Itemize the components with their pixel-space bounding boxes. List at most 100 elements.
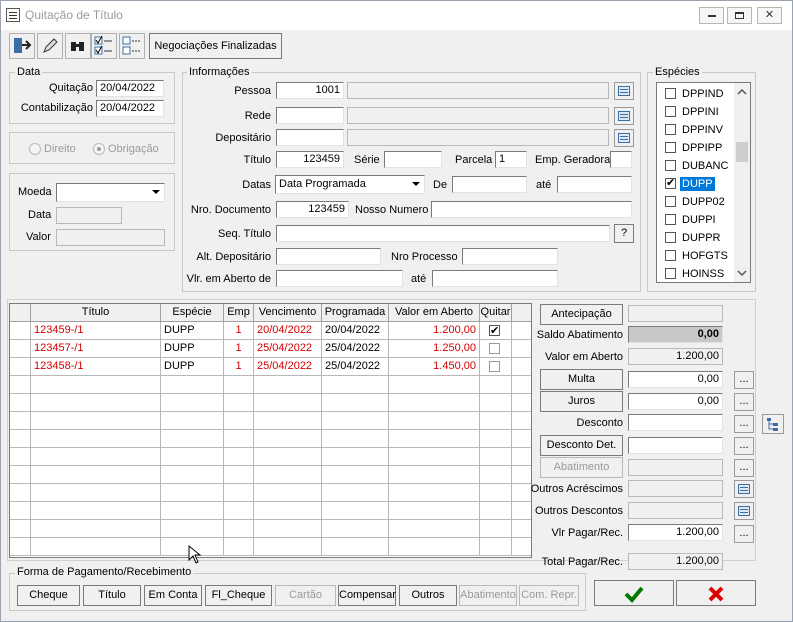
cell-programada[interactable]: 20/04/2022	[322, 322, 389, 340]
cell-titulo[interactable]: 123458-/1	[31, 358, 161, 376]
cell-valor[interactable]	[389, 376, 480, 394]
pessoa-lookup-button[interactable]	[614, 82, 634, 100]
cell-filler[interactable]	[512, 376, 531, 394]
especie-checkbox[interactable]	[665, 196, 676, 207]
cell-emp[interactable]	[224, 484, 254, 502]
cell-especie[interactable]	[161, 394, 224, 412]
moeda-select[interactable]	[56, 183, 165, 202]
cell-quitar[interactable]	[480, 466, 512, 484]
cell-programada[interactable]	[322, 466, 389, 484]
cell-programada[interactable]	[322, 394, 389, 412]
cell-emp[interactable]	[224, 448, 254, 466]
cell-vencimento[interactable]: 25/04/2022	[254, 358, 322, 376]
especie-item[interactable]: DUPP02	[659, 193, 739, 210]
cell-quitar[interactable]	[480, 394, 512, 412]
cell-programada[interactable]: 25/04/2022	[322, 358, 389, 376]
juros-field[interactable]: 0,00	[628, 393, 723, 410]
cell-valor[interactable]	[389, 484, 480, 502]
abatimento-pagamento-button[interactable]: Abatimento	[459, 585, 517, 606]
especie-item[interactable]: DPPIND	[659, 85, 739, 102]
col-header-valor-aberto[interactable]: Valor em Aberto	[389, 304, 480, 322]
cell-vencimento[interactable]	[254, 466, 322, 484]
negociacoes-finalizadas-button[interactable]: Negociações Finalizadas	[149, 33, 282, 59]
desconto-field[interactable]	[628, 414, 723, 431]
cell-emp[interactable]	[224, 376, 254, 394]
especie-checkbox[interactable]	[665, 250, 676, 261]
cell-titulo[interactable]	[31, 376, 161, 394]
titulo-field[interactable]: 123459	[276, 151, 344, 168]
cell-valor[interactable]	[389, 502, 480, 520]
especie-item[interactable]: HOINSS	[659, 265, 739, 282]
cell-titulo[interactable]	[31, 466, 161, 484]
nosso-numero-field[interactable]	[431, 201, 632, 218]
cell-especie[interactable]: DUPP	[161, 322, 224, 340]
cheque-button[interactable]: Cheque	[17, 585, 80, 606]
compensar-button[interactable]: Compensar	[338, 585, 396, 606]
cell-filler[interactable]	[512, 538, 531, 556]
cell-programada[interactable]	[322, 484, 389, 502]
cell-valor[interactable]	[389, 412, 480, 430]
especie-item[interactable]: DPPIPP	[659, 139, 739, 156]
especies-list[interactable]: DPPIND DPPINI DPPINV DPPIPP DUBANC DUPP …	[656, 82, 751, 283]
especie-item[interactable]: DPPINI	[659, 103, 739, 120]
col-header-vencimento[interactable]: Vencimento	[254, 304, 322, 322]
com-repr-button[interactable]: Com. Repr.	[519, 585, 579, 606]
cell-valor[interactable]: 1.250,00	[389, 340, 480, 358]
cancel-button[interactable]	[676, 580, 756, 606]
cell-filler[interactable]	[512, 466, 531, 484]
col-header-quitar[interactable]: Quitar	[480, 304, 512, 322]
multa-field[interactable]: 0,00	[628, 371, 723, 388]
cell-titulo[interactable]	[31, 430, 161, 448]
cell-valor[interactable]: 1.450,00	[389, 358, 480, 376]
cell-filler[interactable]	[512, 412, 531, 430]
outros-acrescimos-lookup-button[interactable]	[734, 480, 754, 498]
cell-filler[interactable]	[512, 322, 531, 340]
cell-quitar[interactable]	[480, 538, 512, 556]
cell-quitar[interactable]	[480, 358, 512, 376]
pessoa-field[interactable]: 1001	[276, 82, 344, 99]
cell-especie[interactable]	[161, 430, 224, 448]
chevron-down-icon[interactable]	[148, 184, 164, 199]
data-de-field[interactable]	[452, 176, 527, 193]
vlr-pagar-details-button[interactable]: ...	[734, 525, 754, 543]
especie-item[interactable]: DUPPI	[659, 211, 739, 228]
close-button[interactable]: ✕	[757, 7, 782, 24]
cell-emp[interactable]	[224, 430, 254, 448]
cell-quitar[interactable]	[480, 412, 512, 430]
parcela-field[interactable]: 1	[495, 151, 527, 168]
cell-titulo[interactable]	[31, 520, 161, 538]
cell-programada[interactable]	[322, 412, 389, 430]
cell-filler[interactable]	[512, 340, 531, 358]
cartao-button[interactable]: Cartão	[275, 585, 336, 606]
cell-especie[interactable]	[161, 502, 224, 520]
cell-filler[interactable]	[512, 394, 531, 412]
especie-checkbox[interactable]	[665, 232, 676, 243]
cell-valor[interactable]	[389, 430, 480, 448]
cell-quitar[interactable]	[480, 502, 512, 520]
quitar-checkbox[interactable]	[489, 323, 500, 339]
quitar-checkbox[interactable]	[489, 343, 500, 354]
cell-titulo[interactable]	[31, 502, 161, 520]
cell-especie[interactable]	[161, 520, 224, 538]
multa-details-button[interactable]: ...	[734, 371, 754, 389]
abatimento-details-button[interactable]: ...	[734, 459, 754, 477]
desconto-details-button[interactable]: ...	[734, 415, 754, 433]
seq-titulo-field[interactable]	[276, 225, 610, 242]
cell-emp[interactable]	[224, 502, 254, 520]
especie-item[interactable]: DUBANC	[659, 157, 739, 174]
quitar-checkbox[interactable]	[489, 361, 500, 372]
cell-vencimento[interactable]	[254, 520, 322, 538]
col-header-programada[interactable]: Programada	[322, 304, 389, 322]
cell-especie[interactable]	[161, 448, 224, 466]
cell-quitar[interactable]	[480, 448, 512, 466]
cell-vencimento[interactable]: 20/04/2022	[254, 322, 322, 340]
cell-especie[interactable]	[161, 484, 224, 502]
cell-especie[interactable]	[161, 466, 224, 484]
fl-cheque-button[interactable]: Fl_Cheque	[205, 585, 272, 606]
uncheck-all-button[interactable]	[119, 33, 145, 59]
minimize-button[interactable]	[699, 7, 724, 24]
cell-valor[interactable]	[389, 394, 480, 412]
cell-programada[interactable]	[322, 538, 389, 556]
cell-emp[interactable]	[224, 520, 254, 538]
depositario-lookup-button[interactable]	[614, 129, 634, 147]
